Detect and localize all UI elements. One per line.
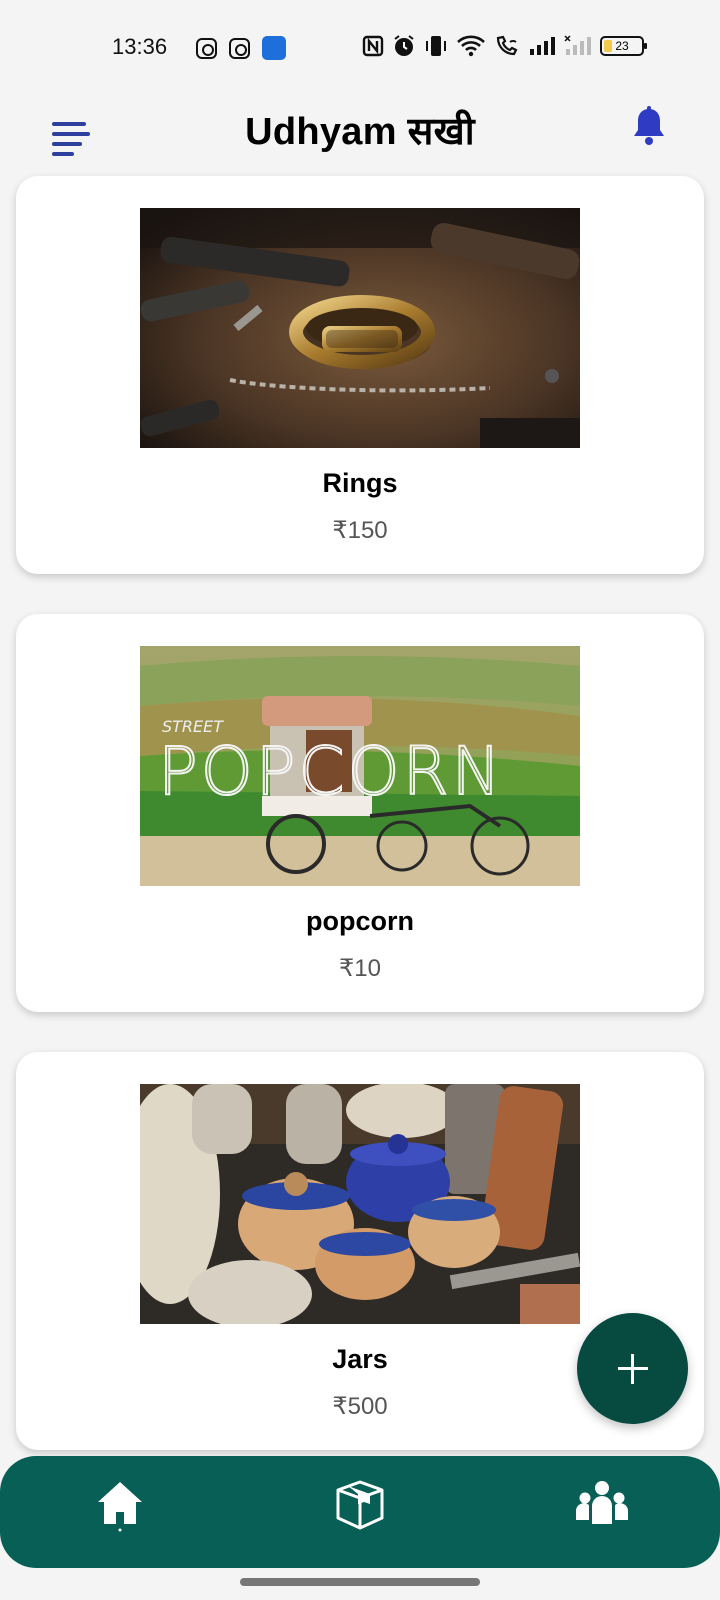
nav-products[interactable] [330,1474,390,1534]
vibrate-icon [426,36,446,56]
gesture-bar[interactable] [240,1578,480,1586]
wifi-icon [457,35,485,57]
ring-photo [140,208,580,448]
notifications-button[interactable] [632,106,666,146]
home-icon [98,1482,142,1532]
battery-level: 23 [615,39,629,53]
product-price: ₹150 [332,517,388,544]
alarm-icon [394,35,414,56]
product-name: Rings [322,468,398,498]
group-icon [576,1481,628,1524]
ceramic-jars-photo [140,1084,580,1324]
nav-community[interactable] [572,1474,632,1534]
instagram-icon [196,37,217,59]
instagram-icon [229,37,250,59]
nfc-icon [362,35,384,57]
product-image [140,208,580,448]
notification-icons [196,36,286,60]
status-bar: 13:36 23 [0,0,720,96]
product-price: ₹10 [339,955,381,982]
app-update-icon [262,36,286,60]
product-card[interactable]: STREET POPCORN popcorn ₹10 [16,614,704,1012]
product-image: STREET POPCORN [140,646,580,886]
battery-icon: 23 [600,36,647,56]
image-text-popcorn: POPCORN [158,733,504,810]
signal-icon [530,37,555,55]
product-image [140,1084,580,1324]
box-icon [336,1480,384,1530]
wifi-call-icon [496,35,518,56]
nav-home[interactable] [90,1474,150,1534]
add-product-button[interactable] [577,1313,688,1424]
battery-level-fill [604,40,612,52]
bottom-nav [0,1456,720,1568]
signal-weak-icon [564,35,591,55]
popcorn-cart-photo: STREET POPCORN [140,646,580,886]
system-icons: 23 [362,34,647,58]
product-card[interactable]: Rings ₹150 [16,176,704,574]
app-title: Udhyam सखी [245,111,475,153]
status-time: 13:36 [112,34,168,59]
bell-icon [634,106,664,145]
product-name: popcorn [306,906,414,936]
